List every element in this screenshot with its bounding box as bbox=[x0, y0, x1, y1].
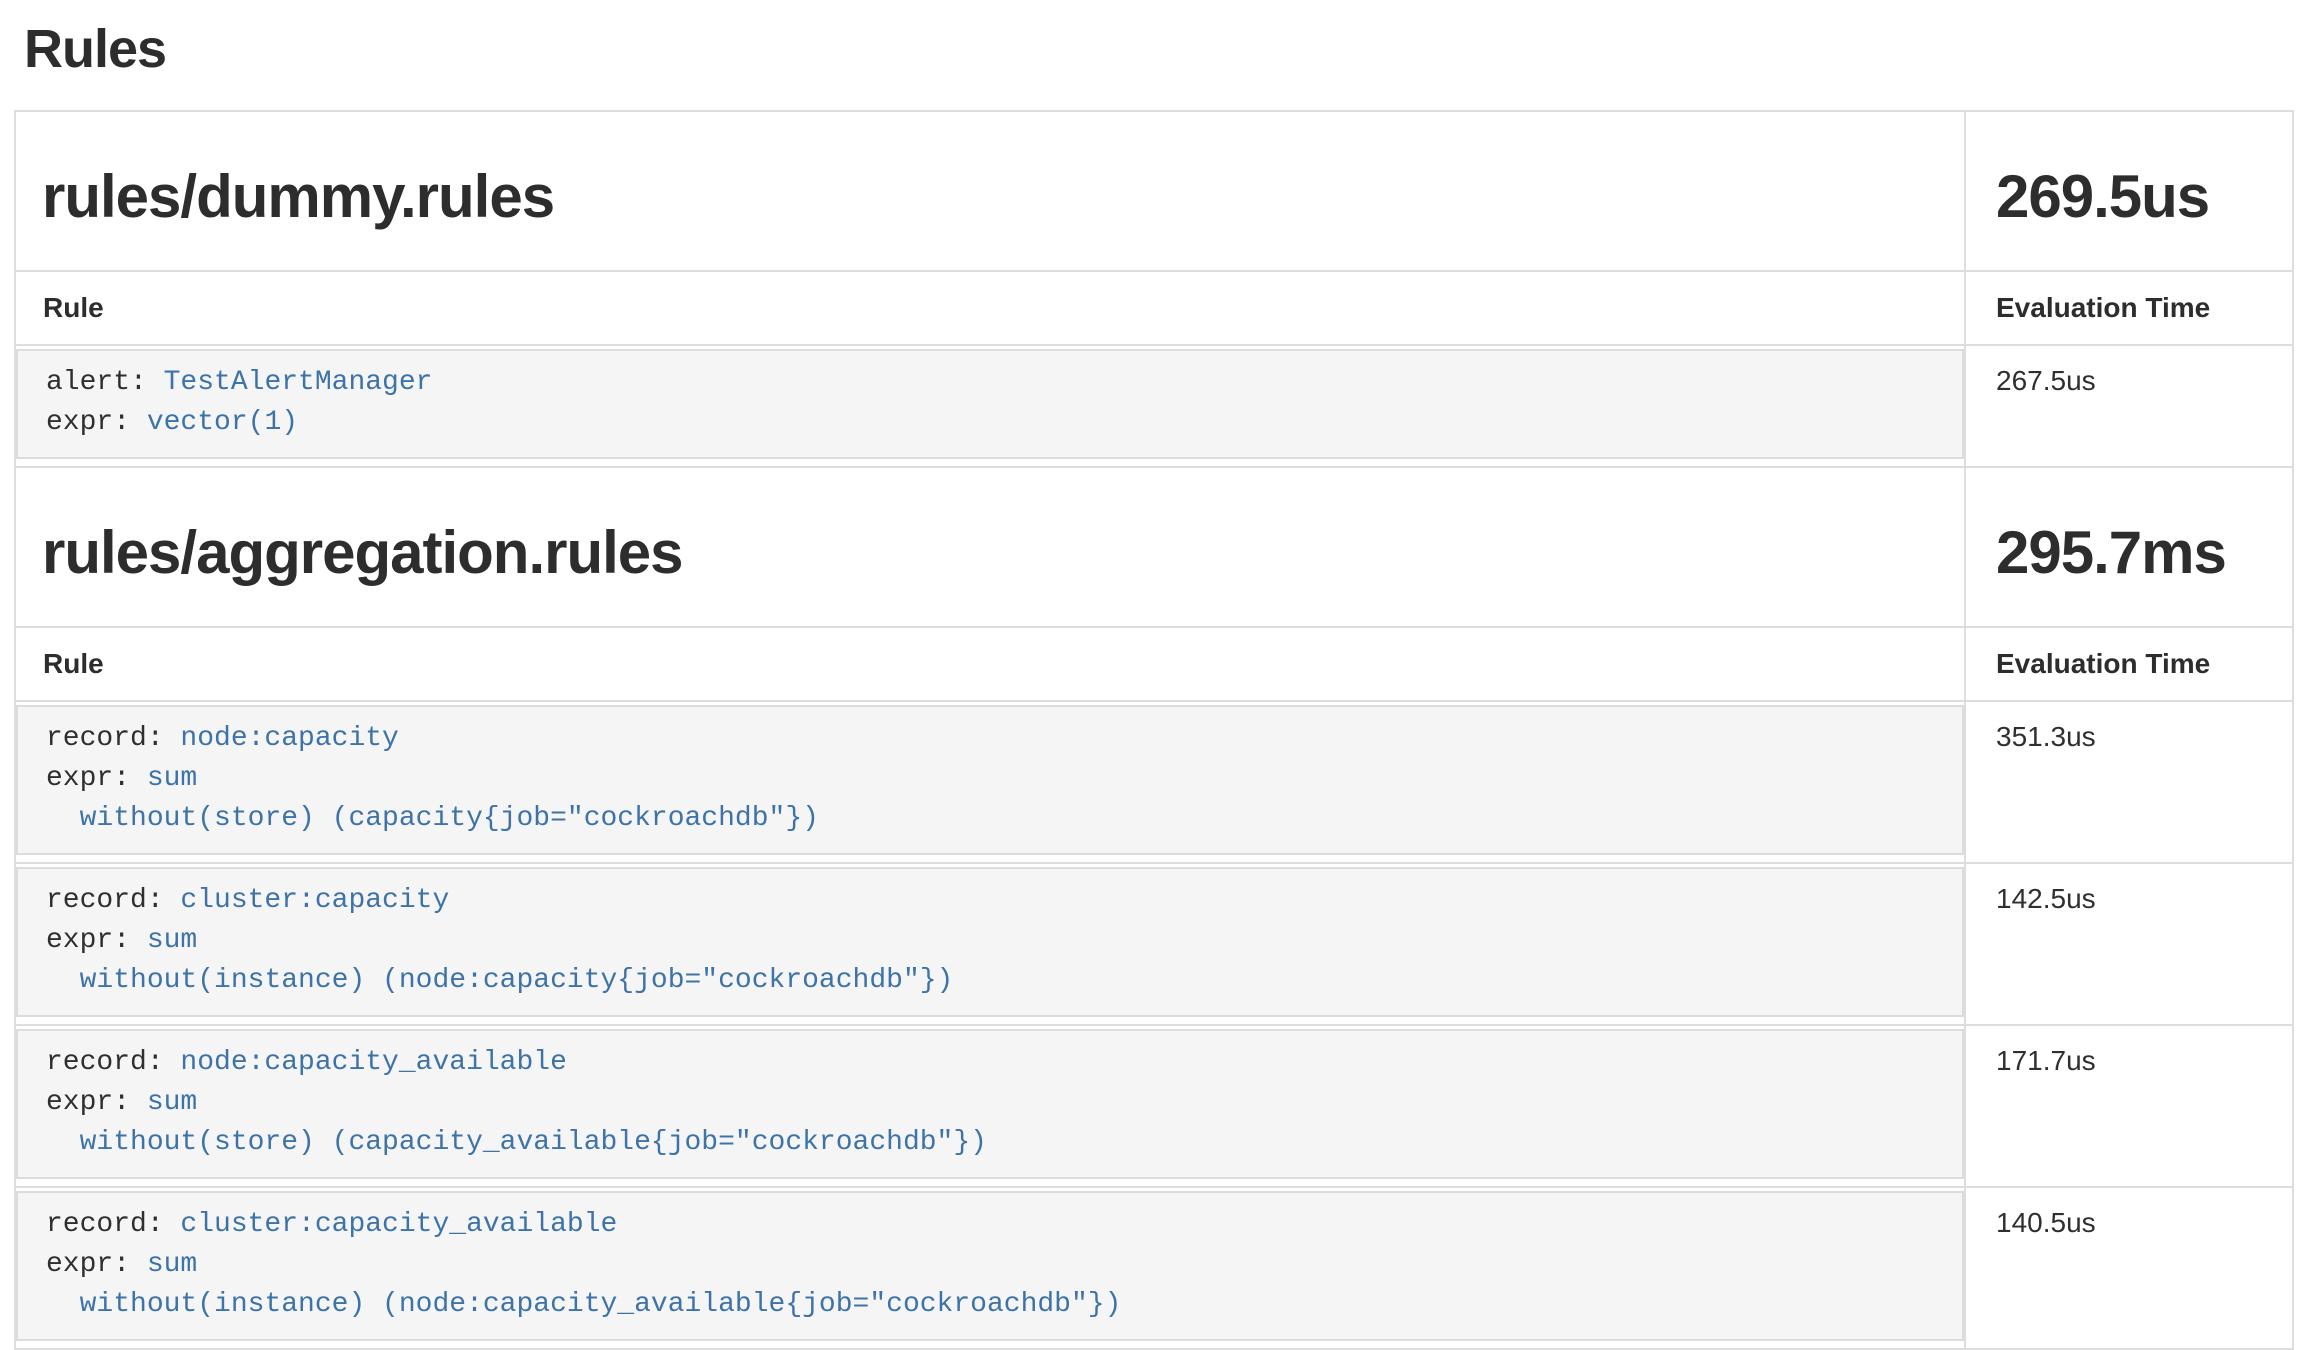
evaluation-time-column-header: Evaluation Time bbox=[1965, 627, 2293, 701]
rule-link[interactable]: cluster:capacity bbox=[180, 885, 449, 916]
rule-row: record: cluster:capacity_available expr:… bbox=[15, 1187, 2293, 1349]
rule-keyword bbox=[46, 1289, 80, 1320]
rule-link[interactable]: node:capacity_available bbox=[180, 1047, 566, 1078]
rule-evaluation-time: 171.7us bbox=[1965, 1025, 2293, 1187]
rule-definition: record: cluster:capacity expr: sum witho… bbox=[16, 867, 1964, 1017]
rule-column-header: Rule bbox=[15, 627, 1965, 701]
evaluation-time-column-header: Evaluation Time bbox=[1965, 271, 2293, 345]
rule-keyword: alert: bbox=[46, 367, 164, 398]
rule-link[interactable]: sum bbox=[147, 1249, 197, 1280]
rule-row: alert: TestAlertManager expr: vector(1) … bbox=[15, 345, 2293, 467]
rule-keyword: record: bbox=[46, 1047, 180, 1078]
rule-group-name: rules/aggregation.rules bbox=[42, 514, 1964, 592]
rule-group-header-row: rules/aggregation.rules 295.7ms bbox=[15, 467, 2293, 627]
rule-definition: record: cluster:capacity_available expr:… bbox=[16, 1191, 1964, 1341]
rule-group-evaluation-time: 269.5us bbox=[1996, 158, 2292, 236]
column-header-row: Rule Evaluation Time bbox=[15, 271, 2293, 345]
rule-keyword bbox=[46, 803, 80, 834]
rule-group-header-row: rules/dummy.rules 269.5us bbox=[15, 111, 2293, 271]
rule-group-name: rules/dummy.rules bbox=[42, 158, 1964, 236]
rule-link[interactable]: sum bbox=[147, 763, 197, 794]
rule-link[interactable]: without(instance) (node:capacity_availab… bbox=[80, 1289, 1122, 1320]
rule-link[interactable]: cluster:capacity_available bbox=[180, 1209, 617, 1240]
rule-definition: record: node:capacity expr: sum without(… bbox=[16, 705, 1964, 855]
rule-link[interactable]: without(store) (capacity_available{job="… bbox=[80, 1127, 987, 1158]
rule-link[interactable]: node:capacity bbox=[180, 723, 398, 754]
rule-link[interactable]: without(store) (capacity{job="cockroachd… bbox=[80, 803, 819, 834]
rule-keyword: expr: bbox=[46, 1249, 147, 1280]
rule-keyword: expr: bbox=[46, 1087, 147, 1118]
page-title: Rules bbox=[24, 18, 2316, 80]
rule-evaluation-time: 140.5us bbox=[1965, 1187, 2293, 1349]
column-header-row: Rule Evaluation Time bbox=[15, 627, 2293, 701]
rule-evaluation-time: 351.3us bbox=[1965, 701, 2293, 863]
rule-keyword: record: bbox=[46, 1209, 180, 1240]
rule-keyword: expr: bbox=[46, 925, 147, 956]
rule-link[interactable]: sum bbox=[147, 1087, 197, 1118]
rule-link[interactable]: sum bbox=[147, 925, 197, 956]
rule-keyword: record: bbox=[46, 723, 180, 754]
rule-keyword bbox=[46, 1127, 80, 1158]
rule-keyword bbox=[46, 965, 80, 996]
rules-table: rules/dummy.rules 269.5us Rule Evaluatio… bbox=[14, 110, 2294, 1350]
rule-keyword: record: bbox=[46, 885, 180, 916]
rule-link[interactable]: without(instance) (node:capacity{job="co… bbox=[80, 965, 954, 996]
rule-definition: record: node:capacity_available expr: su… bbox=[16, 1029, 1964, 1179]
rule-evaluation-time: 267.5us bbox=[1965, 345, 2293, 467]
rule-row: record: node:capacity_available expr: su… bbox=[15, 1025, 2293, 1187]
rule-keyword: expr: bbox=[46, 763, 147, 794]
rule-row: record: cluster:capacity expr: sum witho… bbox=[15, 863, 2293, 1025]
rule-row: record: node:capacity expr: sum without(… bbox=[15, 701, 2293, 863]
rule-definition: alert: TestAlertManager expr: vector(1) bbox=[16, 349, 1964, 459]
rule-group-evaluation-time: 295.7ms bbox=[1996, 514, 2292, 592]
rule-column-header: Rule bbox=[15, 271, 1965, 345]
rule-link[interactable]: TestAlertManager bbox=[164, 367, 433, 398]
rule-link[interactable]: vector(1) bbox=[147, 407, 298, 438]
rule-evaluation-time: 142.5us bbox=[1965, 863, 2293, 1025]
rule-keyword: expr: bbox=[46, 407, 147, 438]
